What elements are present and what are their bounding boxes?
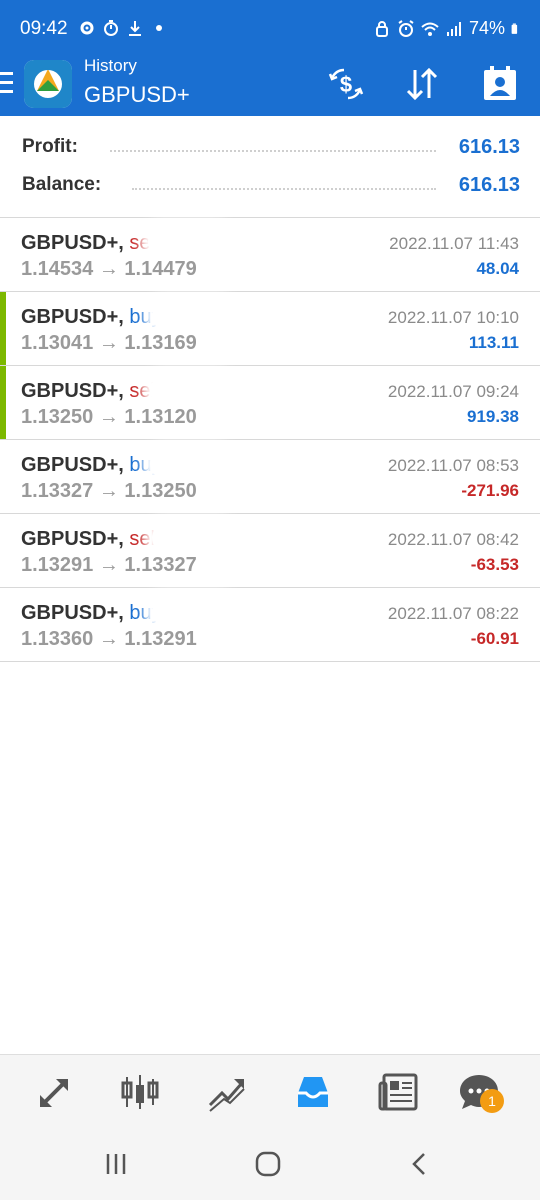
metatrader-logo-icon (24, 60, 72, 108)
download-icon (129, 21, 141, 36)
alarm-icon (398, 19, 414, 37)
deal-prices: 1.13360 → 1.13291 (21, 628, 197, 650)
deal-time: 2022.11.07 11:43 (389, 234, 519, 253)
wifi-icon (421, 22, 439, 36)
news-icon[interactable] (378, 1071, 420, 1113)
deal-time: 2022.11.07 08:22 (387, 604, 519, 623)
deal-profit: 48.04 (476, 259, 519, 278)
settings-icon (80, 21, 94, 35)
messages-badge: 1 (480, 1089, 504, 1113)
deal-profit: 919.38 (467, 407, 519, 426)
deal-row[interactable]: GBPUSD+, sell 1.13250 → 1.13120 2022.11.07… (0, 366, 540, 440)
history-icon[interactable] (292, 1071, 334, 1113)
bottom-navigation (0, 1054, 540, 1128)
trade-icon[interactable] (206, 1071, 248, 1113)
deal-profit: 113.11 (468, 333, 519, 352)
deal-symbol: GBPUSD+, buy (21, 306, 162, 328)
battery-percent: 74% (468, 18, 505, 38)
deal-profit: -60.91 (470, 629, 519, 648)
deal-symbol: GBPUSD+, sell (21, 380, 160, 402)
back-icon[interactable] (406, 1150, 434, 1178)
svg-text:$: $ (340, 72, 352, 97)
deal-symbol: GBPUSD+, sell (21, 232, 160, 254)
deal-row[interactable]: GBPUSD+, buy 1.13327 → 1.13250 2022.11.07 … (0, 440, 540, 514)
deal-profit: -63.53 (470, 555, 519, 574)
home-icon[interactable] (254, 1150, 282, 1178)
screen-subtitle: History (84, 56, 137, 75)
signal-icon (446, 21, 461, 36)
deal-prices: 1.13041 → 1.13169 (21, 332, 197, 354)
deal-marker (0, 292, 6, 365)
system-navigation-bar (0, 1128, 540, 1200)
status-time: 09:42 (20, 18, 68, 39)
redacted-volume (150, 450, 230, 478)
deal-time: 2022.11.07 09:24 (387, 382, 519, 401)
balance-value: 616.13 (458, 174, 520, 196)
recent-apps-icon[interactable] (102, 1150, 130, 1178)
deal-symbol: GBPUSD+, sell (21, 528, 160, 550)
lock-icon (375, 20, 388, 37)
screen-title[interactable]: GBPUSD+ (84, 82, 190, 108)
history-summary: Profit: 616.13 Balance: 616.13 (0, 116, 540, 218)
deal-row[interactable]: GBPUSD+, buy 1.13041 → 1.13169 2022.11.07 … (0, 292, 540, 366)
app-bar: History GBPUSD+ $ (0, 56, 540, 116)
profit-row: Profit: 616.13 (22, 136, 520, 164)
deal-time: 2022.11.07 08:53 (387, 456, 519, 475)
exchange-dollar-icon[interactable]: $ (326, 64, 366, 104)
battery-icon (511, 23, 518, 34)
sort-icon[interactable] (402, 64, 442, 104)
balance-row: Balance: 616.13 (22, 174, 520, 202)
redacted-volume (152, 598, 232, 626)
deal-prices: 1.14534 → 1.14479 (21, 258, 197, 280)
balance-label: Balance: (22, 174, 102, 195)
deal-symbol: GBPUSD+, buy (21, 602, 162, 624)
deal-time: 2022.11.07 08:42 (387, 530, 519, 549)
account-icon[interactable] (480, 64, 520, 104)
timer-icon (104, 20, 118, 36)
chart-icon[interactable] (119, 1071, 161, 1113)
redacted-volume (148, 228, 228, 256)
profit-label: Profit: (22, 136, 78, 157)
notification-dot-icon (156, 25, 162, 31)
deal-profit: -271.96 (461, 481, 519, 500)
menu-icon[interactable] (0, 72, 16, 94)
deal-prices: 1.13250 → 1.13120 (21, 406, 197, 428)
deal-prices: 1.13291 → 1.13327 (21, 554, 197, 576)
deal-row[interactable]: GBPUSD+, sell 1.13291 → 1.13327 2022.11.07… (0, 514, 540, 588)
deal-prices: 1.13327 → 1.13250 (21, 480, 197, 502)
redacted-volume (150, 376, 230, 404)
status-bar: 09:42 74% (0, 0, 540, 56)
deal-marker (0, 366, 6, 439)
deal-row[interactable]: GBPUSD+, buy 1.13360 → 1.13291 2022.11.07 … (0, 588, 540, 662)
deal-symbol: GBPUSD+, buy (21, 454, 162, 476)
redacted-volume (152, 524, 232, 552)
deal-time: 2022.11.07 10:10 (387, 308, 519, 327)
profit-value: 616.13 (458, 136, 520, 158)
deal-row[interactable]: GBPUSD+, sell 1.14534 → 1.14479 2022.11.07… (0, 218, 540, 292)
quotes-icon[interactable] (34, 1071, 76, 1113)
redacted-volume (152, 302, 232, 330)
